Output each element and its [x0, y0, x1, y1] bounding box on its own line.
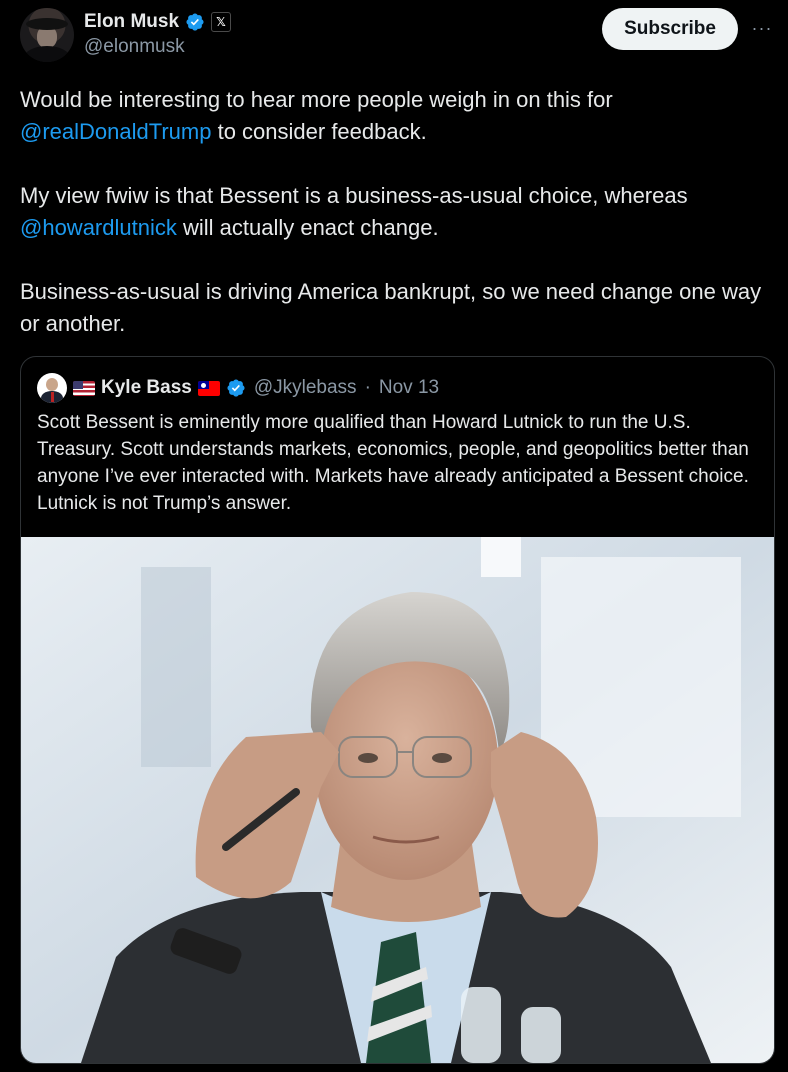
- tweet-paragraph-1: Would be interesting to hear more people…: [20, 84, 770, 148]
- tweet-text-segment: to consider feedback.: [211, 119, 427, 144]
- tweet-paragraph-3: Business-as-usual is driving America ban…: [20, 279, 762, 336]
- water-bottle: [521, 1007, 561, 1063]
- avatar-hat: [26, 18, 68, 30]
- tweet-text-segment: will actually enact change.: [176, 215, 439, 240]
- us-flag-icon: [73, 380, 95, 396]
- tweet-paragraph-2: My view fwiw is that Bessent is a busine…: [20, 180, 770, 244]
- quoted-date[interactable]: Nov 13: [379, 377, 439, 399]
- quoted-author-avatar[interactable]: [37, 373, 67, 403]
- photo-frame: [141, 567, 211, 767]
- tweet-text-segment: My view fwiw is that Bessent is a busine…: [20, 183, 688, 208]
- quoted-tweet[interactable]: Kyle Bass @Jkylebass · Nov 13 Scott Bess…: [20, 356, 775, 1064]
- author-handle[interactable]: @elonmusk: [84, 36, 185, 58]
- tweet-body: Would be interesting to hear more people…: [20, 84, 770, 372]
- right-eye: [432, 753, 452, 763]
- water-bottle: [461, 987, 501, 1063]
- quoted-separator: ·: [364, 377, 371, 398]
- quoted-tweet-photo[interactable]: [21, 537, 774, 1063]
- taiwan-flag-icon: [197, 380, 220, 396]
- quoted-tweet-text: Scott Bessent is eminently more qualifie…: [37, 412, 749, 514]
- mention-link[interactable]: @howardlutnick: [20, 215, 177, 240]
- tweet-text-segment: Would be interesting to hear more people…: [20, 87, 613, 112]
- verified-badge-icon: [186, 13, 204, 31]
- author-avatar[interactable]: [20, 8, 74, 62]
- x-logo-icon: 𝕏: [211, 12, 232, 32]
- left-eye: [358, 753, 378, 763]
- quoted-tweet-header: Kyle Bass @Jkylebass · Nov 13: [37, 373, 439, 403]
- verified-badge-icon: [227, 379, 245, 397]
- quoted-author-name[interactable]: Kyle Bass: [101, 377, 192, 399]
- photo-illustration: [21, 537, 774, 1063]
- avatar-face: [46, 378, 58, 391]
- avatar-body: [24, 46, 70, 62]
- tweet-header: Elon Musk 𝕏 @elonmusk Subscribe ···: [20, 8, 771, 64]
- mention-link[interactable]: @realDonaldTrump: [20, 119, 211, 144]
- quoted-author-handle[interactable]: @Jkylebass: [254, 377, 357, 399]
- subscribe-button[interactable]: Subscribe: [602, 8, 738, 50]
- author-display-name[interactable]: Elon Musk: [84, 11, 179, 33]
- photo-light: [481, 537, 521, 577]
- author-name-row: Elon Musk 𝕏: [84, 10, 232, 34]
- more-options-icon[interactable]: ···: [750, 18, 774, 38]
- avatar-tie: [51, 392, 54, 402]
